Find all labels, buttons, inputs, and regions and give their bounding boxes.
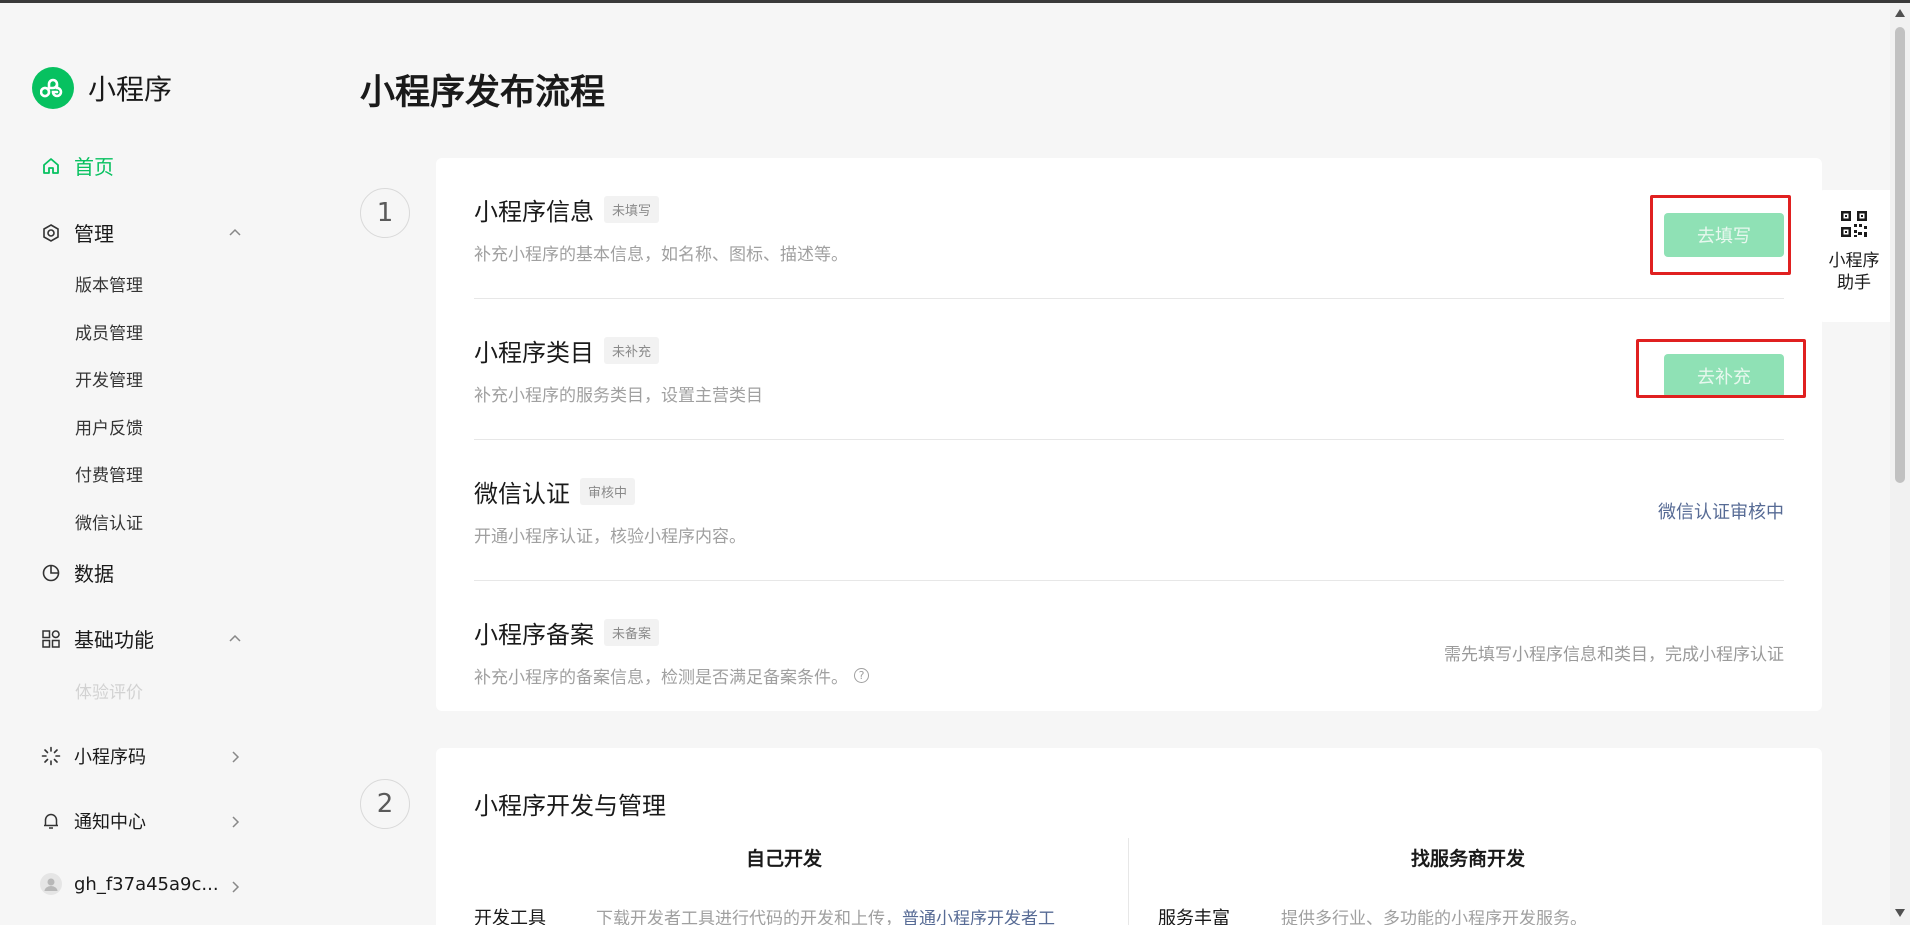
row-description-text: 开通小程序认证，核验小程序内容。: [474, 527, 746, 547]
dev-manage-card: 小程序开发与管理 自己开发 找服务商开发 开发工具 下载开发者工具进行代码的开发…: [436, 748, 1822, 925]
dev-tools-label: 开发工具: [474, 908, 546, 925]
nav-data-label: 数据: [74, 562, 114, 586]
status-badge: 审核中: [580, 478, 636, 505]
highlight-box: [1650, 195, 1791, 275]
grid-icon: [40, 628, 62, 650]
row-description: 补充小程序的基本信息，如名称、图标、描述等。: [474, 240, 848, 265]
highlight-box: [1636, 339, 1806, 398]
sidebar-item-feedback[interactable]: 用户反馈: [75, 414, 143, 439]
qr-code-icon: [1841, 211, 1867, 237]
chevron-right-icon[interactable]: [228, 750, 242, 764]
row-title-text: 微信认证: [474, 480, 570, 508]
nav-basic[interactable]: 基础功能: [40, 624, 154, 653]
brand[interactable]: 小程序: [32, 67, 172, 109]
row-wechat-auth: 微信认证 审核中 开通小程序认证，核验小程序内容。 微信认证审核中: [474, 440, 1784, 581]
scroll-down-arrow-icon[interactable]: [1895, 909, 1905, 917]
home-icon: [40, 155, 62, 177]
dev-tools-link[interactable]: 普通小程序开发者工: [902, 909, 1055, 925]
row-title: 小程序类目 未补充: [474, 333, 660, 368]
sidebar: 小程序 首页 管理 版本管理 成员管理 开发管理 用户反馈 付费管理 微信认证 …: [0, 3, 300, 925]
sidebar-item-experience-review[interactable]: 体验评价: [75, 678, 143, 703]
row-title: 小程序备案 未备案: [474, 615, 660, 650]
row-description: 补充小程序的服务类目，设置主营类目: [474, 381, 763, 406]
vendor-dev-heading: 找服务商开发: [1411, 848, 1526, 870]
sidebar-item-version[interactable]: 版本管理: [75, 271, 143, 296]
nav-notify-label: 通知中心: [74, 812, 146, 833]
row-filing: 小程序备案 未备案 补充小程序的备案信息，检测是否满足备案条件。 ? 需先填写小…: [474, 581, 1784, 722]
step-number-1: 1: [360, 188, 410, 238]
miniprogram-logo-icon: [32, 67, 74, 109]
service-label: 服务丰富: [1158, 908, 1230, 925]
row-description: 补充小程序的备案信息，检测是否满足备案条件。 ?: [474, 663, 869, 688]
row-description: 开通小程序认证，核验小程序内容。: [474, 522, 746, 547]
nav-qrcode[interactable]: 小程序码: [40, 743, 146, 769]
assistant-label: 小程序助手: [1828, 251, 1880, 293]
dev-tools-desc: 下载开发者工具进行代码的开发和上传，普通小程序开发者工: [596, 904, 1055, 925]
nav-notify[interactable]: 通知中心: [40, 808, 146, 834]
row-description-text: 补充小程序的基本信息，如名称、图标、描述等。: [474, 245, 848, 265]
publish-steps-card: 小程序信息 未填写 补充小程序的基本信息，如名称、图标、描述等。 去填写 小程序…: [436, 158, 1822, 711]
row-description-text: 补充小程序的备案信息，检测是否满足备案条件。: [474, 668, 848, 688]
row-title-text: 小程序备案: [474, 621, 594, 649]
miniprogram-assistant[interactable]: 小程序助手: [1818, 190, 1890, 322]
scrollbar-thumb[interactable]: [1895, 27, 1905, 483]
row-title: 微信认证 审核中: [474, 474, 636, 509]
sparkle-icon: [40, 745, 62, 767]
status-badge: 未备案: [604, 619, 660, 646]
scroll-up-arrow-icon[interactable]: [1895, 9, 1905, 17]
account-name: gh_f37a45a9c...: [74, 873, 219, 895]
row-title: 小程序信息 未填写: [474, 192, 660, 227]
nav-data[interactable]: 数据: [40, 558, 114, 587]
settings-icon: [40, 222, 62, 244]
filing-requirement-text: 需先填写小程序信息和类目，完成小程序认证: [1444, 645, 1784, 665]
nav-home[interactable]: 首页: [40, 151, 114, 180]
wechat-auth-status-link[interactable]: 微信认证审核中: [1658, 498, 1784, 524]
row-title-text: 小程序类目: [474, 339, 594, 367]
section-title: 小程序开发与管理: [474, 792, 666, 820]
help-icon[interactable]: ?: [854, 668, 869, 683]
sidebar-item-wechat-auth[interactable]: 微信认证: [75, 509, 143, 534]
sidebar-item-dev[interactable]: 开发管理: [75, 366, 143, 391]
brand-name: 小程序: [88, 73, 173, 106]
vertical-scrollbar[interactable]: [1890, 3, 1910, 925]
user-avatar-icon: [40, 873, 62, 895]
nav-manage-label: 管理: [74, 222, 114, 246]
nav-basic-label: 基础功能: [74, 628, 154, 652]
row-description-text: 补充小程序的服务类目，设置主营类目: [474, 386, 763, 406]
column-divider: [1128, 838, 1129, 925]
sidebar-item-members[interactable]: 成员管理: [75, 319, 143, 344]
nav-home-label: 首页: [74, 155, 114, 179]
sidebar-item-payment[interactable]: 付费管理: [75, 461, 143, 486]
row-miniprogram-category: 小程序类目 未补充 补充小程序的服务类目，设置主营类目 去补充: [474, 299, 1784, 440]
chevron-up-icon[interactable]: [228, 631, 242, 645]
dev-tools-desc-text: 下载开发者工具进行代码的开发和上传，: [596, 909, 902, 925]
row-title-text: 小程序信息: [474, 198, 594, 226]
self-dev-heading: 自己开发: [746, 848, 823, 870]
status-badge: 未补充: [604, 337, 660, 364]
row-miniprogram-info: 小程序信息 未填写 补充小程序的基本信息，如名称、图标、描述等。 去填写: [474, 158, 1784, 299]
status-badge: 未填写: [604, 196, 660, 223]
step-number-2: 2: [360, 779, 410, 829]
nav-account[interactable]: gh_f37a45a9c...: [40, 873, 219, 895]
chevron-right-icon[interactable]: [228, 880, 242, 894]
nav-manage[interactable]: 管理: [40, 218, 114, 247]
service-desc: 提供多行业、多功能的小程序开发服务。: [1281, 909, 1587, 925]
bell-icon: [40, 810, 62, 832]
pie-chart-icon: [40, 562, 62, 584]
chevron-right-icon[interactable]: [228, 815, 242, 829]
page-title: 小程序发布流程: [360, 73, 606, 113]
chevron-up-icon[interactable]: [228, 225, 242, 239]
nav-qrcode-label: 小程序码: [74, 747, 146, 768]
